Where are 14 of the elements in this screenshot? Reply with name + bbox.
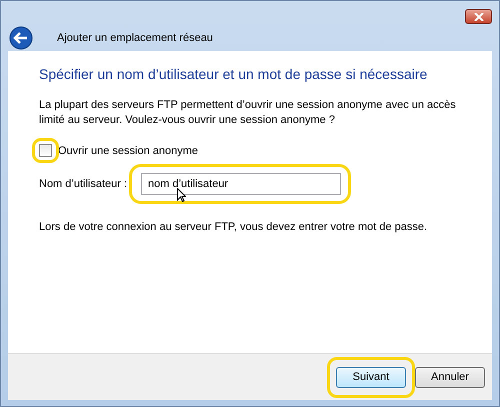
info-text: Lors de votre connexion au serveur FTP, vous devez entrer votre mot de passe. — [39, 220, 428, 235]
back-icon[interactable] — [9, 26, 33, 50]
checkbox-label: Ouvrir une session anonyme — [58, 144, 198, 156]
intro-text: La plupart des serveurs FTP permettent d’ouvrir une session anonyme avec un accès limité au serveur. Voulez-vous ouvrir une session anonyme ? — [39, 98, 457, 128]
checkbox[interactable] — [39, 144, 52, 157]
cancel-button[interactable]: Annuler — [415, 366, 485, 388]
page-heading: Spécifier un nom d’utilisateur et un mot de passe si nécessaire — [39, 66, 428, 82]
next-button[interactable]: Suivant — [336, 366, 406, 388]
username-field[interactable]: nom d’utilisateur — [141, 173, 341, 195]
window-title: Ajouter un emplacement réseau — [57, 32, 213, 44]
close-icon — [474, 12, 484, 20]
mouse-cursor-icon — [177, 188, 186, 202]
field-label: Nom d’utilisateur : — [39, 178, 128, 190]
close-button[interactable] — [465, 9, 492, 24]
